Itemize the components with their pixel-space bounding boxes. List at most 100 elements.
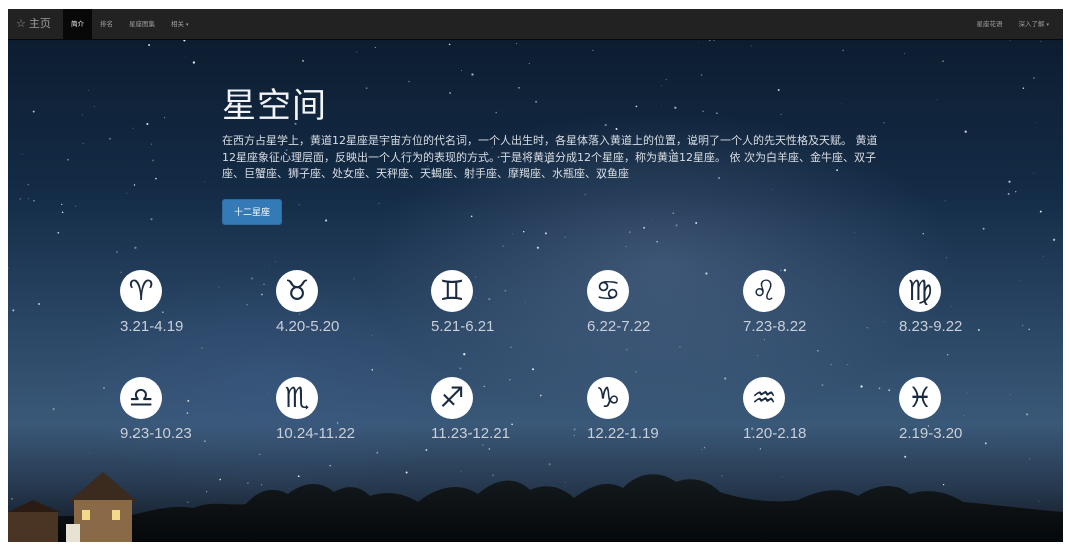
nav-item-related-dropdown[interactable]: 相关 ▾: [163, 9, 197, 39]
star-dot: [275, 261, 276, 263]
gemini-icon[interactable]: ♊: [431, 270, 473, 312]
star-dot: [324, 219, 328, 222]
zodiac-item-gemini[interactable]: ♊ 5.21-6.21: [431, 270, 541, 335]
star-dot: [945, 256, 948, 259]
star-dot: [643, 226, 646, 229]
virgo-icon[interactable]: ♍: [899, 270, 941, 312]
star-dot: [1028, 328, 1030, 331]
libra-icon[interactable]: ♎: [120, 377, 162, 419]
aries-icon[interactable]: ♈: [120, 270, 162, 312]
nav-item-learn-more-dropdown[interactable]: 深入了解 ▾: [1010, 9, 1057, 39]
star-dot: [922, 233, 924, 235]
brand-label: 主页: [28, 17, 51, 30]
star-dot: [52, 407, 55, 411]
cancer-icon[interactable]: ♋: [587, 270, 629, 312]
zodiac-item-virgo[interactable]: ♍ 8.23-9.22: [899, 270, 1009, 335]
zodiac-item-capricorn[interactable]: ♑ 12.22-1.19: [587, 377, 697, 442]
star-dot: [108, 137, 112, 140]
star-dot: [495, 111, 497, 114]
virgo-symbol: ♍: [907, 274, 933, 307]
brand-home-link[interactable]: ☆ 主页: [16, 9, 51, 39]
capricorn-icon[interactable]: ♑: [587, 377, 629, 419]
nav-item-intro[interactable]: 简介: [63, 9, 92, 39]
star-dot: [679, 346, 681, 348]
star-dot: [21, 153, 23, 155]
star-dot: [1025, 413, 1029, 416]
nav-item-gallery[interactable]: 星座图集: [121, 9, 163, 39]
star-dot: [150, 143, 153, 145]
star-dot: [250, 277, 254, 280]
star-dot: [651, 219, 653, 220]
star-dot: [942, 60, 944, 63]
star-dot: [67, 158, 69, 161]
zodiac-item-sagittarius[interactable]: ♐ 11.23-12.21: [431, 377, 541, 442]
page-title: 星空间: [222, 86, 327, 126]
star-dot: [661, 85, 663, 87]
star-dot: [132, 127, 134, 129]
leo-icon[interactable]: ♌: [743, 270, 785, 312]
scorpio-icon[interactable]: ♏: [276, 377, 318, 419]
zodiac-item-libra[interactable]: ♎ 9.23-10.23: [120, 377, 230, 442]
pisces-symbol: ♓: [907, 381, 933, 414]
star-dot: [592, 49, 594, 51]
zodiac-date: 6.22-7.22: [587, 318, 651, 335]
star-dot: [93, 106, 95, 108]
star-dot: [944, 200, 946, 202]
zodiac-item-taurus[interactable]: ♉ 4.20-5.20: [276, 270, 386, 335]
nav-related-label: 相关: [171, 20, 184, 28]
zodiac-item-aries[interactable]: ♈ 3.21-4.19: [120, 270, 230, 335]
nav-item-flower-language[interactable]: 星座花语: [968, 9, 1010, 39]
star-dot: [1033, 172, 1035, 174]
zodiac-item-aquarius[interactable]: ♒ 1.20-2.18: [743, 377, 853, 442]
taurus-icon[interactable]: ♉: [276, 270, 318, 312]
star-dot: [1032, 76, 1035, 80]
sagittarius-symbol: ♐: [439, 381, 465, 414]
zodiac-date: 10.24-11.22: [276, 425, 355, 442]
nav-learn-more-label: 深入了解: [1018, 20, 1045, 28]
star-dot: [866, 326, 869, 329]
twelve-signs-button[interactable]: 十二星座: [222, 199, 282, 225]
sagittarius-icon[interactable]: ♐: [431, 377, 473, 419]
caret-down-icon: ▾: [1046, 22, 1049, 28]
zodiac-item-pisces[interactable]: ♓ 2.19-3.20: [899, 377, 1009, 442]
star-dot: [615, 128, 618, 130]
zodiac-date: 7.23-8.22: [743, 318, 807, 335]
star-dot: [1022, 324, 1024, 326]
star-dot: [700, 74, 703, 76]
star-dot: [201, 347, 203, 349]
star-dot: [148, 44, 151, 46]
pisces-icon[interactable]: ♓: [899, 377, 941, 419]
star-dot: [1022, 87, 1025, 90]
star-dot: [448, 43, 451, 46]
tree-silhouette: [8, 472, 1063, 542]
star-dot: [269, 265, 270, 267]
aries-symbol: ♈: [128, 274, 154, 307]
star-dot: [152, 159, 155, 162]
star-dot: [982, 227, 985, 230]
nav-item-ranking[interactable]: 排名: [92, 9, 121, 39]
star-dot: [57, 231, 60, 234]
star-dot: [528, 62, 530, 65]
star-dot: [470, 215, 473, 218]
star-dot: [61, 211, 64, 214]
star-dot: [356, 51, 358, 53]
star-dot: [103, 387, 105, 390]
zodiac-item-leo[interactable]: ♌ 7.23-8.22: [743, 270, 853, 335]
star-dot: [763, 338, 765, 340]
star-dot: [635, 370, 638, 373]
zodiac-item-scorpio[interactable]: ♏ 10.24-11.22: [276, 377, 386, 442]
star-dot: [573, 428, 576, 431]
star-dot: [204, 181, 205, 183]
star-dot: [516, 42, 518, 44]
star-dot: [82, 142, 84, 144]
star-dot: [531, 368, 535, 371]
star-dot: [365, 87, 368, 90]
star-dot: [883, 122, 885, 124]
star-dot: [604, 124, 607, 127]
star-dot: [564, 236, 566, 238]
star-dot: [936, 99, 938, 101]
aquarius-icon[interactable]: ♒: [743, 377, 785, 419]
star-dot: [87, 90, 89, 91]
zodiac-item-cancer[interactable]: ♋ 6.22-7.22: [587, 270, 697, 335]
star-dot: [302, 59, 304, 62]
